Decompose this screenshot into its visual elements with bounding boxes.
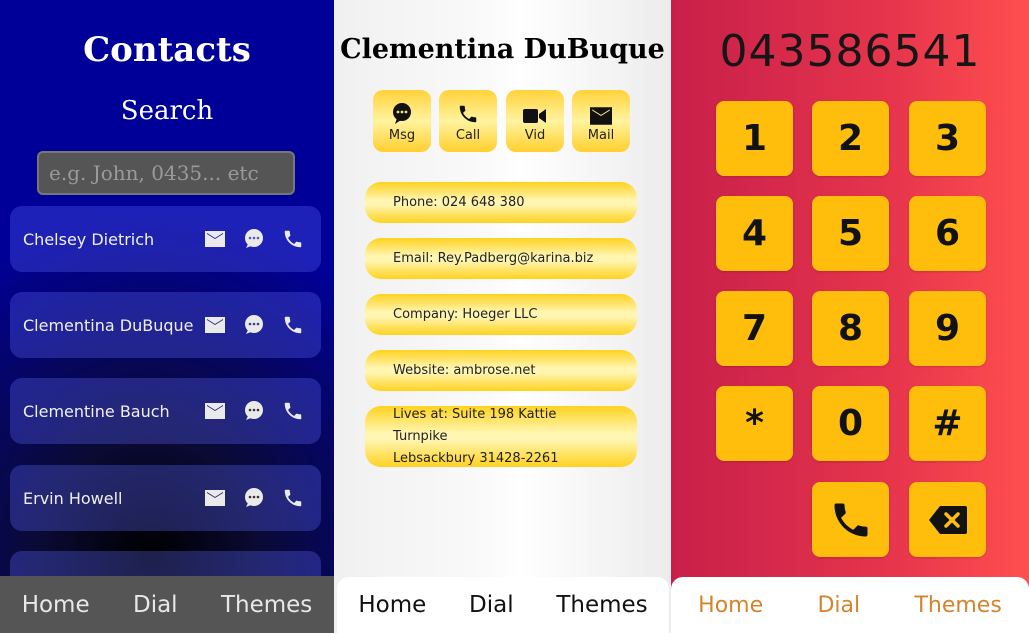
nav-home[interactable]: Home: [698, 593, 763, 618]
key-4[interactable]: 4: [716, 196, 793, 271]
mail-icon[interactable]: [204, 228, 226, 250]
chat-icon[interactable]: [243, 228, 265, 250]
mail-icon[interactable]: [204, 314, 226, 336]
chat-icon[interactable]: [243, 487, 265, 509]
call-button[interactable]: [812, 482, 889, 557]
contact-row[interactable]: Chelsey Dietrich: [10, 206, 321, 272]
dialed-number: 043586541: [719, 26, 981, 77]
phone-icon[interactable]: [282, 314, 304, 336]
website-field[interactable]: Website: ambrose.net: [365, 350, 637, 391]
key-9[interactable]: 9: [909, 291, 986, 366]
phone-field: Phone: 024 648 380: [365, 182, 637, 223]
chat-icon[interactable]: [243, 314, 265, 336]
key-1[interactable]: 1: [716, 101, 793, 176]
key-2[interactable]: 2: [812, 101, 889, 176]
contact-detail-name: Clementina DuBuque: [340, 34, 665, 65]
phone-icon[interactable]: [282, 487, 304, 509]
key-7[interactable]: 7: [716, 291, 793, 366]
bottom-nav: Home Dial Themes: [671, 577, 1029, 633]
email-field[interactable]: Email: Rey.Padberg@karina.biz: [365, 238, 637, 279]
contacts-screen: Contacts Search Chelsey Dietrich Clement…: [0, 0, 334, 633]
nav-dial[interactable]: Dial: [133, 592, 178, 618]
mail-icon[interactable]: [204, 487, 226, 509]
search-input[interactable]: [37, 151, 295, 195]
mail-label: Mail: [587, 128, 615, 143]
phone-icon: [834, 503, 867, 536]
mail-icon: [590, 107, 612, 125]
key-star[interactable]: *: [716, 386, 793, 461]
address-line-2: Lebsackbury 31428-2261: [393, 450, 559, 466]
app-screens: Contacts Search Chelsey Dietrich Clement…: [0, 0, 1029, 633]
contact-row[interactable]: Clementina DuBuque: [10, 292, 321, 358]
phone-icon: [459, 105, 477, 123]
call-label: Call: [455, 128, 481, 143]
phone-icon[interactable]: [282, 228, 304, 250]
contact-name: Clementina DuBuque: [23, 315, 194, 335]
video-icon: [523, 109, 546, 123]
msg-label: Msg: [388, 128, 416, 143]
dialer-screen: 043586541 1 2 3 4 5 6 7 8 9 * 0 # Home D…: [671, 0, 1029, 633]
nav-dial[interactable]: Dial: [469, 592, 514, 618]
key-hash[interactable]: #: [909, 386, 986, 461]
key-8[interactable]: 8: [812, 291, 889, 366]
video-button[interactable]: Vid: [506, 90, 564, 152]
bottom-nav: Home Dial Themes: [337, 577, 669, 633]
key-5[interactable]: 5: [812, 196, 889, 271]
company-field: Company: Hoeger LLC: [365, 294, 637, 335]
chat-icon[interactable]: [243, 400, 265, 422]
contact-name: Clementine Bauch: [23, 401, 170, 421]
contact-detail-screen: Clementina DuBuque Msg Call Vid Mail Pho…: [334, 0, 671, 633]
nav-home[interactable]: Home: [358, 592, 426, 618]
nav-themes[interactable]: Themes: [556, 592, 647, 618]
msg-button[interactable]: Msg: [373, 90, 431, 152]
address-line-1: Lives at: Suite 198 Kattie Turnpike: [393, 406, 557, 444]
chat-icon: [393, 103, 411, 124]
contacts-title: Contacts: [83, 30, 251, 70]
contact-name: Ervin Howell: [23, 488, 123, 508]
key-3[interactable]: 3: [909, 101, 986, 176]
backspace-button[interactable]: [909, 482, 986, 557]
phone-icon[interactable]: [282, 400, 304, 422]
mail-button[interactable]: Mail: [572, 90, 630, 152]
video-label: Vid: [524, 128, 546, 143]
backspace-icon: [928, 505, 967, 534]
contact-row[interactable]: Ervin Howell: [10, 465, 321, 531]
contact-name: Chelsey Dietrich: [23, 229, 155, 249]
address-field: Lives at: Suite 198 Kattie Turnpike Lebs…: [365, 406, 637, 467]
bottom-nav: Home Dial Themes: [0, 576, 334, 633]
mail-icon[interactable]: [204, 400, 226, 422]
search-heading: Search: [120, 96, 214, 126]
key-6[interactable]: 6: [909, 196, 986, 271]
call-button[interactable]: Call: [439, 90, 497, 152]
nav-themes[interactable]: Themes: [914, 593, 1001, 618]
contact-row[interactable]: Clementine Bauch: [10, 378, 321, 444]
nav-home[interactable]: Home: [22, 592, 90, 618]
nav-themes[interactable]: Themes: [221, 592, 312, 618]
key-0[interactable]: 0: [812, 386, 889, 461]
nav-dial[interactable]: Dial: [817, 593, 860, 618]
